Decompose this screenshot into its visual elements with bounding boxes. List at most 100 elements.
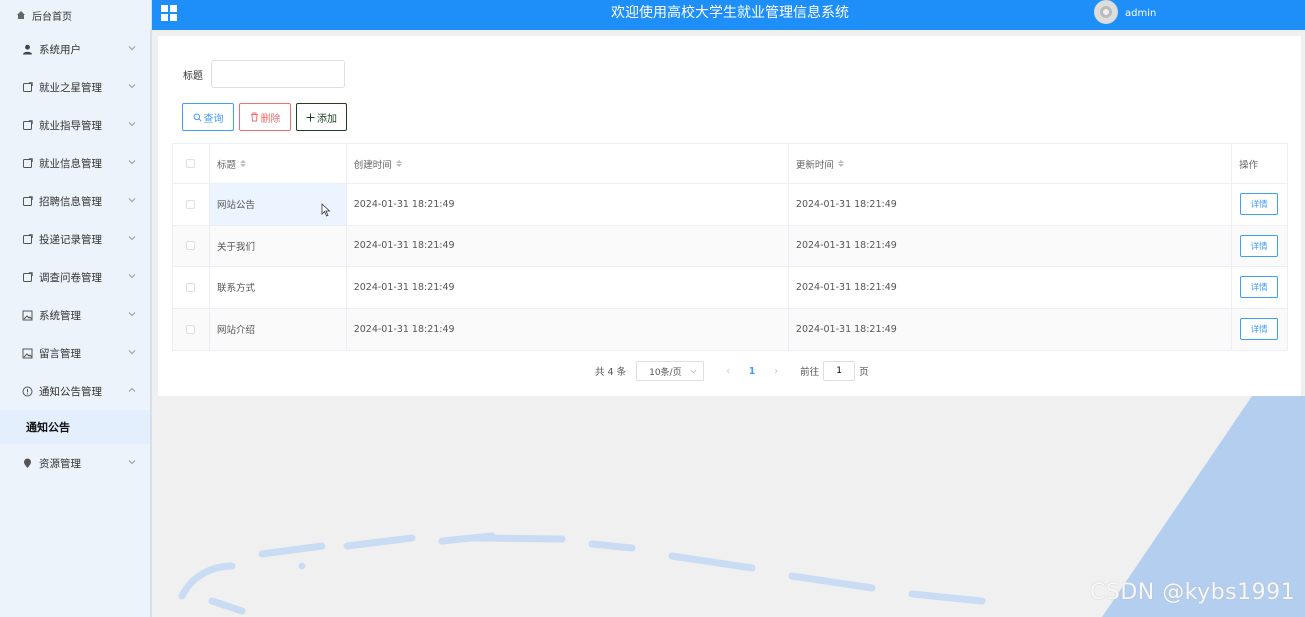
add-button[interactable]: 添加: [296, 103, 347, 131]
page-size-select[interactable]: 10条/页: [636, 361, 705, 381]
watermark: CSDN @kybs1991: [1090, 580, 1296, 605]
cell-updated: 2024-01-31 18:21:49: [789, 184, 1233, 225]
sidebar-item-label: 投递记录管理: [39, 233, 102, 246]
delete-button-label: 删除: [260, 113, 281, 125]
home-icon: [16, 10, 26, 20]
page-size-value: 10条/页: [649, 367, 682, 378]
sidebar-item-system-management[interactable]: 系统管理: [0, 296, 150, 334]
detail-button[interactable]: 详情: [1240, 193, 1279, 216]
sidebar-item-recruitment-info[interactable]: 招聘信息管理: [0, 182, 150, 220]
sidebar-item-employment-star[interactable]: 就业之星管理: [0, 68, 150, 106]
sidebar-item-system-users[interactable]: 系统用户: [0, 30, 150, 68]
search-icon: [193, 113, 202, 122]
username[interactable]: admin: [1125, 8, 1156, 19]
info-icon: [22, 386, 33, 397]
table-row: 联系方式 2024-01-31 18:21:49 2024-01-31 18:2…: [173, 267, 1287, 309]
doc-icon: [22, 233, 33, 245]
cell-created: 2024-01-31 18:21:49: [347, 308, 789, 350]
menu-toggle-icon[interactable]: [161, 5, 177, 21]
location-icon: [22, 458, 33, 469]
sidebar-item-label: 就业信息管理: [39, 157, 102, 170]
column-header-created[interactable]: 创建时间: [347, 144, 789, 183]
sidebar-item-label: 资源管理: [39, 457, 81, 470]
sort-icon[interactable]: [395, 160, 402, 167]
row-checkbox[interactable]: [186, 282, 196, 292]
sort-icon[interactable]: [239, 160, 246, 167]
doc-icon: [22, 195, 33, 207]
table-row: 网站介绍 2024-01-31 18:21:49 2024-01-31 18:2…: [173, 308, 1287, 350]
sidebar-item-label: 留言管理: [39, 347, 81, 360]
table-header-row: 标题 创建时间 更新时间 操作: [173, 144, 1287, 184]
select-all-checkbox[interactable]: [186, 159, 196, 168]
sidebar-item-delivery-records[interactable]: 投递记录管理: [0, 220, 150, 258]
chevron-up-icon: [128, 387, 136, 392]
column-header-actions: 操作: [1232, 144, 1287, 183]
cell-updated: 2024-01-31 18:21:49: [789, 308, 1233, 350]
row-checkbox[interactable]: [186, 241, 196, 251]
cell-title: 联系方式: [210, 267, 347, 308]
sidebar-item-messages[interactable]: 留言管理: [0, 334, 150, 372]
chevron-down-icon: [128, 460, 136, 465]
notice-table: 标题 创建时间 更新时间 操作 网站公告 2024-01-31 18:21:49…: [172, 143, 1288, 351]
goto-page-input[interactable]: [823, 361, 856, 381]
sidebar-item-employment-guidance[interactable]: 就业指导管理: [0, 106, 150, 144]
row-checkbox[interactable]: [186, 199, 196, 209]
sidebar-item-label: 就业之星管理: [39, 81, 102, 94]
chevron-down-icon: [690, 369, 697, 373]
avatar[interactable]: [1094, 0, 1118, 24]
column-header-label: 更新时间: [795, 159, 834, 171]
column-header-label: 创建时间: [353, 159, 392, 171]
table-row: 关于我们 2024-01-31 18:21:49 2024-01-31 18:2…: [173, 225, 1287, 267]
sidebar-item-survey[interactable]: 调查问卷管理: [0, 258, 150, 296]
column-header-label: 标题: [216, 159, 236, 171]
cell-title: 网站介绍: [210, 308, 347, 350]
sidebar-item-label: 系统管理: [39, 309, 81, 322]
column-header-label: 操作: [1239, 159, 1259, 171]
detail-button[interactable]: 详情: [1240, 318, 1279, 341]
column-header-updated[interactable]: 更新时间: [789, 144, 1233, 183]
home-label: 后台首页: [32, 11, 72, 23]
sidebar-item-label: 系统用户: [39, 43, 81, 56]
prev-page-icon[interactable]: ‹: [718, 366, 738, 377]
add-button-label: 添加: [317, 113, 337, 125]
cell-created: 2024-01-31 18:21:49: [347, 267, 789, 308]
detail-button[interactable]: 详情: [1240, 234, 1279, 257]
cell-updated: 2024-01-31 18:21:49: [789, 225, 1233, 266]
chevron-down-icon: [128, 46, 136, 51]
sort-icon[interactable]: [837, 160, 844, 167]
search-title-input[interactable]: [211, 60, 345, 88]
doc-icon: [22, 119, 33, 131]
doc-icon: [22, 81, 33, 93]
page-number-current[interactable]: 1: [738, 366, 766, 377]
sidebar: 系统用户 就业之星管理 就业指导管理 就业信息管理 招聘信息管理 投递记录管理 …: [0, 30, 152, 617]
doc-icon: [22, 157, 33, 169]
sidebar-item-label: 就业指导管理: [39, 119, 102, 132]
picture-icon: [22, 348, 33, 359]
goto-suffix: 页: [859, 367, 869, 378]
sidebar-subitem-notice[interactable]: 通知公告: [0, 410, 150, 444]
detail-button[interactable]: 详情: [1240, 276, 1279, 299]
query-button-label: 查询: [203, 113, 224, 125]
sidebar-item-label: 招聘信息管理: [39, 195, 102, 208]
sidebar-item-label: 通知公告管理: [39, 385, 102, 398]
chevron-down-icon: [128, 84, 136, 89]
chevron-down-icon: [128, 312, 136, 317]
cell-created: 2024-01-31 18:21:49: [347, 184, 789, 225]
query-button[interactable]: 查询: [182, 103, 234, 131]
chevron-down-icon: [128, 198, 136, 203]
delete-button[interactable]: 删除: [239, 103, 291, 131]
row-checkbox[interactable]: [186, 324, 196, 334]
mouse-cursor-icon: [321, 203, 331, 217]
home-link[interactable]: 后台首页: [0, 0, 152, 30]
trash-icon: [250, 112, 259, 122]
sidebar-item-resources[interactable]: 资源管理: [0, 444, 150, 482]
column-header-title[interactable]: 标题: [210, 144, 347, 183]
pagination-total: 共 4 条: [595, 367, 627, 378]
chevron-down-icon: [128, 160, 136, 165]
search-title-label: 标题: [183, 71, 203, 82]
page-title: 欢迎使用高校大学生就业管理信息系统: [611, 5, 849, 21]
sidebar-item-employment-info[interactable]: 就业信息管理: [0, 144, 150, 182]
chevron-down-icon: [128, 236, 136, 241]
sidebar-item-notice-management[interactable]: 通知公告管理: [0, 372, 150, 410]
next-page-icon[interactable]: ›: [766, 366, 786, 377]
